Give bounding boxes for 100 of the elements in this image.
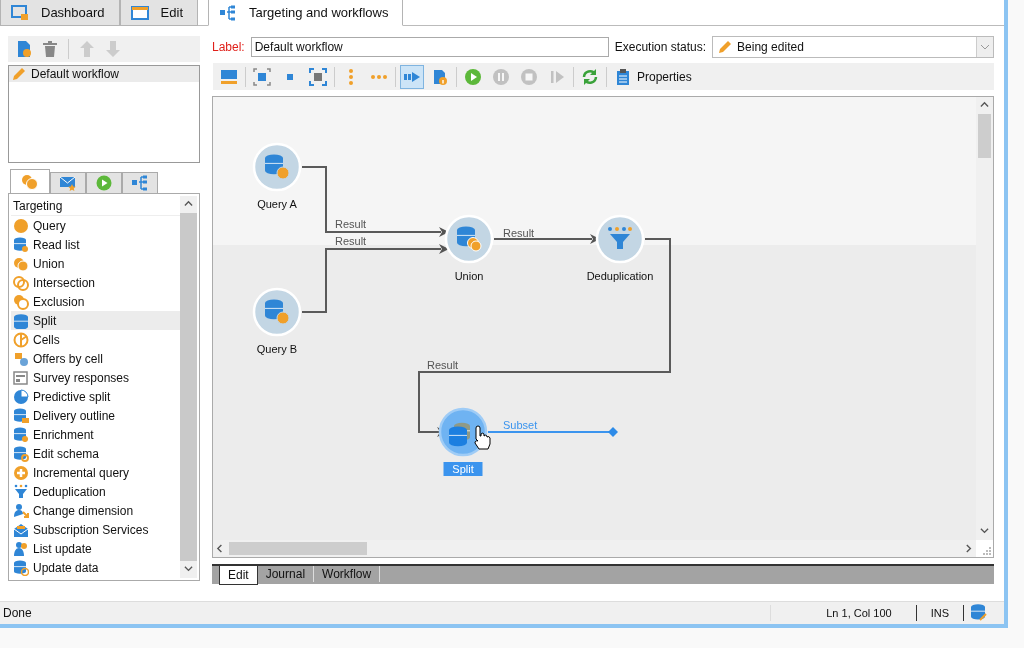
label-field[interactable]: Default workflow — [250, 37, 609, 57]
listupdate-icon — [13, 540, 29, 557]
node-label: Query A — [257, 198, 297, 210]
properties-button[interactable]: Properties — [611, 64, 695, 89]
split-icon — [13, 312, 29, 329]
status-message: Done — [2, 606, 33, 620]
predictive-icon — [13, 388, 29, 405]
status-caption: Execution status: — [614, 40, 707, 54]
scrollbar[interactable] — [976, 97, 993, 540]
connector-label: Result — [335, 218, 367, 230]
palette-item[interactable]: Cells — [11, 330, 180, 349]
label-caption: Label: — [212, 40, 245, 54]
chevron-up-icon[interactable] — [980, 101, 989, 110]
chevron-right-icon[interactable] — [964, 544, 974, 553]
connector-arrow[interactable] — [301, 244, 449, 313]
pause-icon — [492, 67, 510, 86]
node-label: Split — [443, 462, 483, 476]
palette-item[interactable]: Exclusion — [11, 292, 180, 311]
palette-item[interactable]: Incremental query — [11, 463, 180, 482]
exclusion-icon — [13, 293, 29, 310]
database-icon — [970, 604, 988, 622]
palette-item[interactable]: Union — [11, 254, 180, 273]
palette-tab[interactable] — [86, 172, 122, 193]
connector-arrow[interactable] — [418, 238, 671, 437]
subscription-icon — [13, 521, 29, 538]
hand-cursor-icon — [474, 425, 491, 450]
chevron-down-icon[interactable] — [980, 527, 989, 536]
toolbar-button[interactable] — [400, 64, 424, 89]
delivery-icon — [13, 407, 29, 424]
palette-tab[interactable] — [50, 172, 86, 193]
connector-label: Subset — [503, 419, 538, 431]
cursor-position: Ln 1, Col 100 — [770, 605, 916, 621]
scrollbar[interactable] — [180, 196, 197, 578]
palette-item[interactable]: Subscription Services — [11, 520, 180, 539]
horizontal-dots-icon — [370, 73, 388, 80]
scrollbar-thumb[interactable] — [229, 542, 367, 555]
palette-item[interactable]: Predictive split — [11, 387, 180, 406]
stop-icon — [520, 67, 538, 86]
tab[interactable]: Edit — [119, 0, 198, 26]
palette-item[interactable]: Edit schema — [11, 444, 180, 463]
offers-icon — [13, 350, 29, 367]
status-dropdown[interactable]: Being edited — [712, 36, 994, 58]
palette-item[interactable]: Enrichment — [11, 425, 180, 444]
intersection-icon — [13, 274, 29, 291]
connector-arrow[interactable] — [301, 166, 449, 237]
scrollbar-thumb[interactable] — [978, 114, 991, 158]
chevron-up-icon[interactable] — [184, 200, 193, 209]
chevron-left-icon[interactable] — [215, 544, 225, 553]
refresh-icon — [581, 67, 599, 86]
insert-mode: INS — [915, 605, 963, 621]
chevron-down-icon[interactable] — [184, 565, 193, 574]
tab[interactable]: Journal — [257, 566, 315, 582]
connector-label: Result — [335, 235, 367, 247]
dimension-icon — [13, 502, 29, 519]
vertical-dots-icon — [348, 67, 354, 86]
palette-tab[interactable] — [10, 169, 50, 193]
palette-item[interactable]: Change dimension — [11, 501, 180, 520]
tab[interactable]: Targeting and workflows — [208, 0, 404, 26]
layout-icon — [220, 67, 238, 86]
square-icon — [286, 72, 294, 81]
monitor-icon — [11, 4, 29, 21]
workflow-list-item[interactable]: Default workflow — [9, 66, 199, 82]
cells-icon — [13, 331, 29, 348]
palette-item[interactable]: Split — [11, 311, 180, 330]
window-icon — [130, 4, 149, 21]
palette-item[interactable]: List update — [11, 539, 180, 558]
fit-icon — [253, 67, 271, 86]
dedup-icon — [13, 483, 29, 500]
palette-item[interactable]: Deduplication — [11, 482, 180, 501]
palette-item[interactable]: Survey responses — [11, 368, 180, 387]
circles-icon — [21, 173, 39, 190]
tab[interactable]: Workflow — [314, 566, 381, 582]
schema-icon — [13, 445, 29, 462]
new-document-icon[interactable] — [16, 40, 32, 58]
workflow-label: Default workflow — [31, 67, 120, 81]
trash-icon[interactable] — [42, 40, 58, 58]
update-icon — [13, 559, 29, 576]
palette-item[interactable]: Delivery outline — [11, 406, 180, 425]
union-icon — [13, 255, 29, 272]
scrollbar[interactable] — [213, 540, 976, 557]
document-info-icon — [431, 67, 449, 86]
palette-item[interactable]: Read list — [11, 235, 180, 254]
palette-item[interactable]: Intersection — [11, 273, 180, 292]
play-icon — [95, 175, 113, 191]
tab[interactable]: Dashboard — [0, 0, 120, 26]
survey-icon — [13, 369, 29, 386]
palette-item[interactable]: Update data — [11, 558, 180, 577]
tab[interactable]: Edit — [219, 566, 258, 585]
node-label: Query B — [256, 343, 298, 355]
connector-label: Result — [427, 359, 459, 371]
node-label: Deduplication — [586, 270, 654, 282]
node-label: Union — [454, 270, 484, 282]
resize-grip-icon[interactable] — [982, 546, 991, 555]
workflow-icon — [219, 4, 237, 21]
pencil-icon — [717, 39, 734, 55]
palette-tab[interactable] — [122, 172, 158, 193]
query-icon — [13, 217, 29, 234]
palette-item[interactable]: Offers by cell — [11, 349, 180, 368]
palette-item[interactable]: Query — [11, 216, 180, 235]
pencil-icon — [11, 66, 27, 82]
